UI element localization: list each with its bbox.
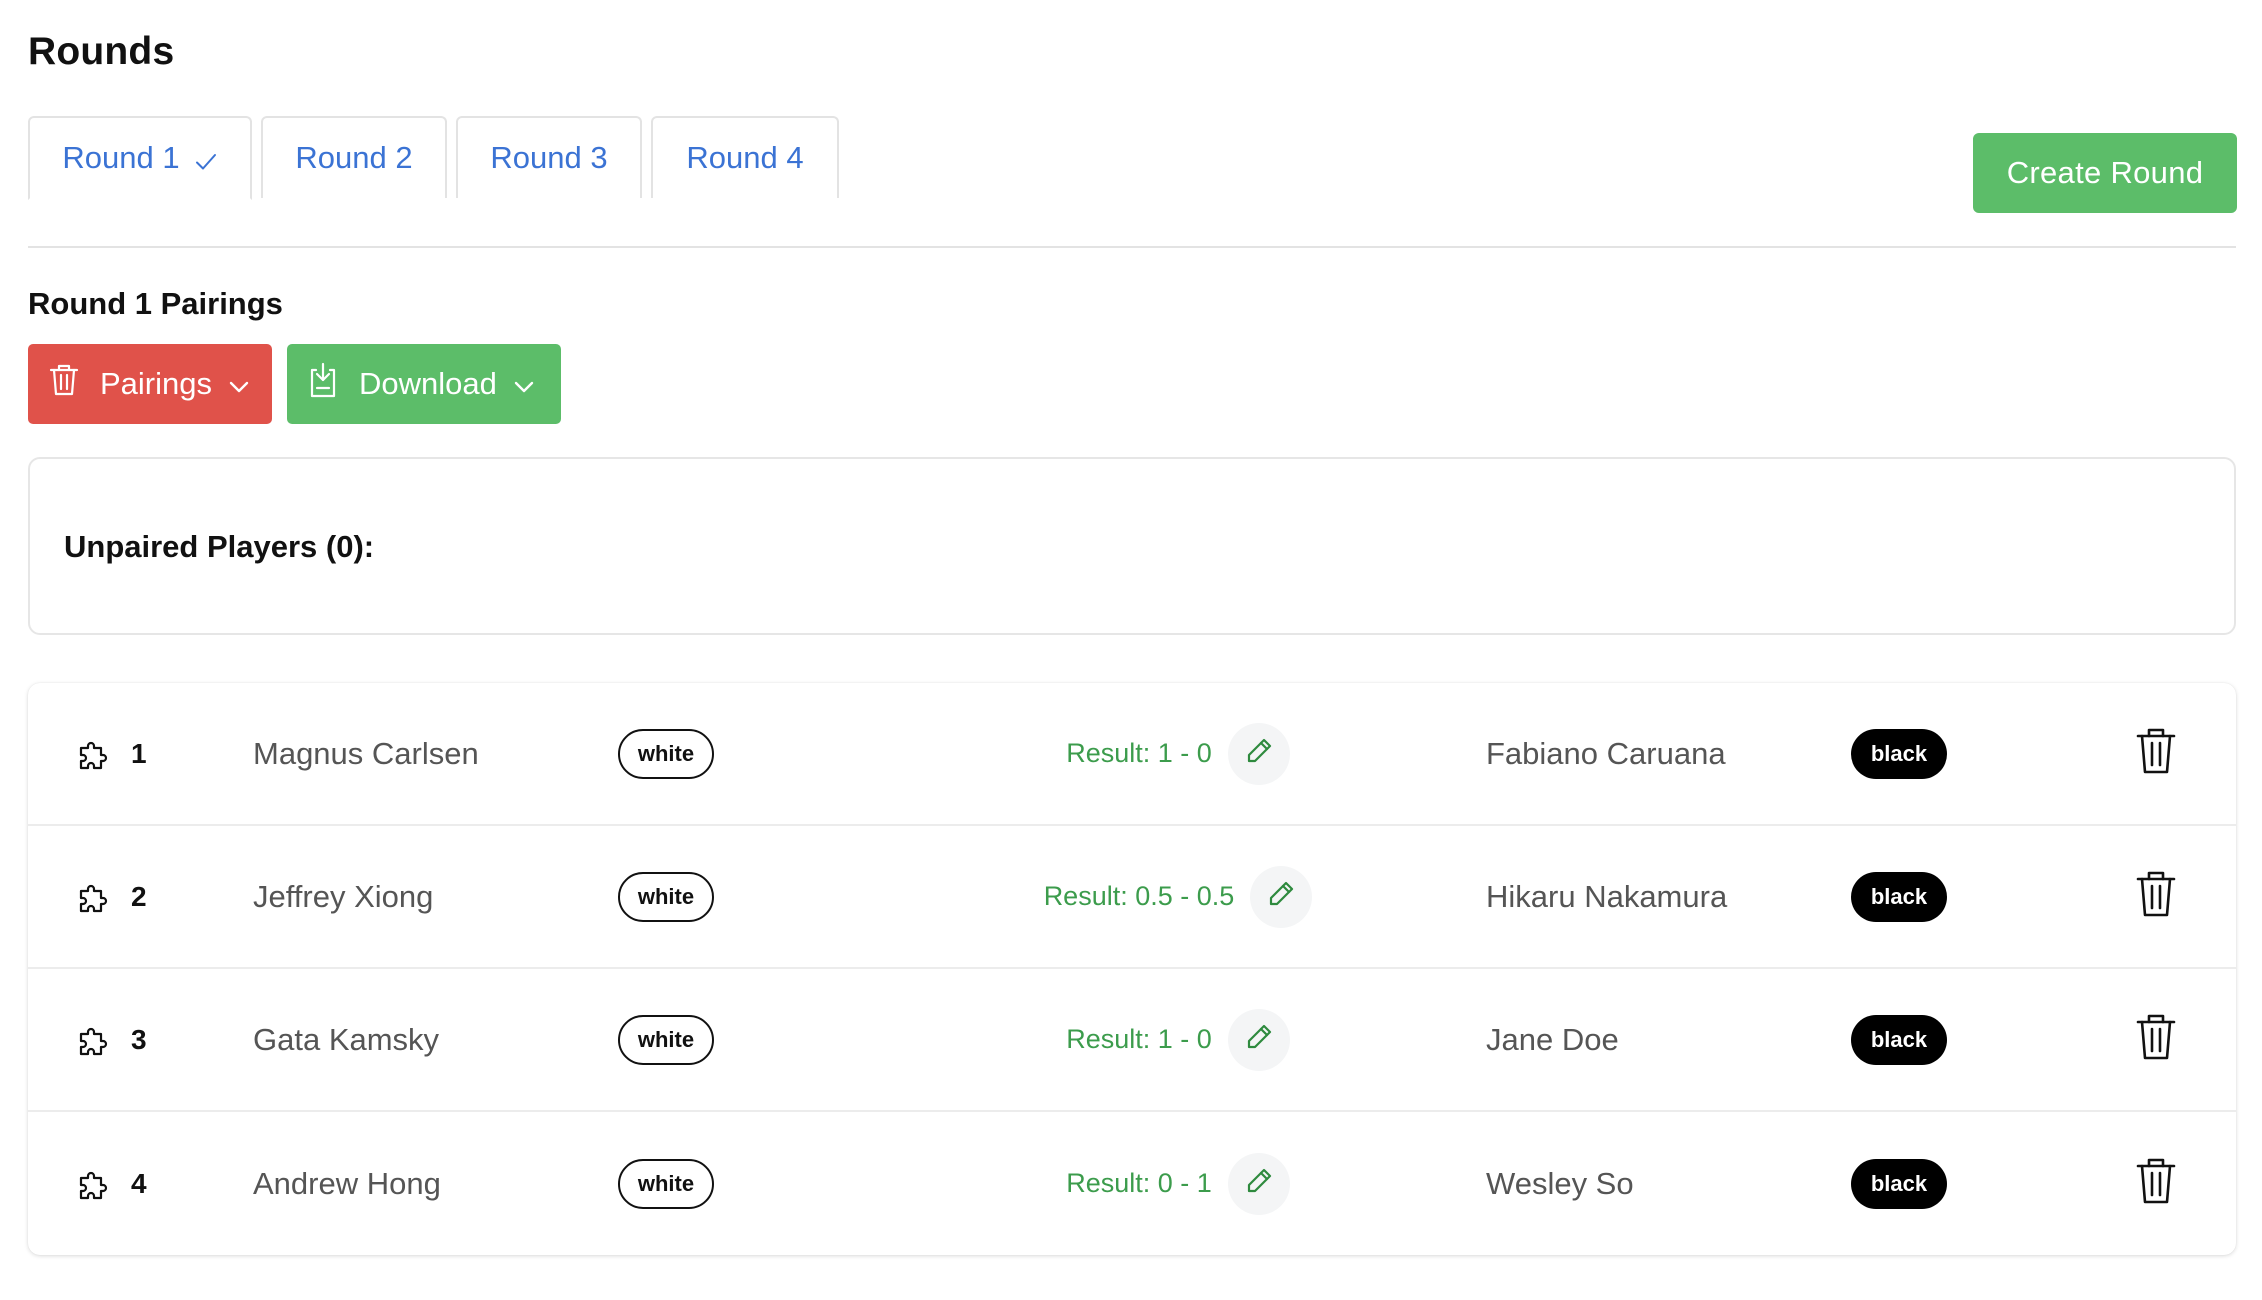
result-cell: Result: 1 - 0 bbox=[928, 683, 1428, 824]
pencil-icon bbox=[1244, 1166, 1274, 1201]
trash-icon bbox=[2135, 726, 2177, 781]
black-player-name: Fabiano Caruana bbox=[1486, 735, 1726, 771]
pairing-row: 3 Gata Kamsky white Result: 1 - 0 Jane D… bbox=[28, 969, 2236, 1112]
download-icon bbox=[307, 362, 339, 406]
result-text: Result: 1 - 0 bbox=[1066, 1024, 1212, 1054]
pairing-row: 4 Andrew Hong white Result: 0 - 1 Wesley… bbox=[28, 1112, 2236, 1255]
black-badge-cell: black bbox=[1851, 969, 1947, 1110]
trash-icon bbox=[2135, 1012, 2177, 1067]
result-text: Result: 0 - 1 bbox=[1066, 1168, 1212, 1198]
white-badge-cell: white bbox=[618, 969, 714, 1110]
edit-result-button[interactable] bbox=[1250, 865, 1313, 928]
pencil-icon bbox=[1244, 736, 1274, 771]
delete-cell bbox=[2132, 1112, 2180, 1255]
pencil-icon bbox=[1244, 1022, 1274, 1057]
delete-cell bbox=[2132, 826, 2180, 967]
board-number: 1 bbox=[131, 737, 147, 769]
page-title: Rounds bbox=[28, 30, 175, 73]
white-player-name: Andrew Hong bbox=[253, 1165, 441, 1201]
black-player-name: Hikaru Nakamura bbox=[1486, 878, 1728, 914]
check-icon bbox=[194, 146, 218, 170]
tab-label: Round 2 bbox=[295, 140, 413, 175]
result-cell: Result: 1 - 0 bbox=[928, 969, 1428, 1110]
white-player-name: Jeffrey Xiong bbox=[253, 878, 434, 914]
tab-label: Round 3 bbox=[490, 140, 608, 175]
black-color-badge: black bbox=[1851, 871, 1947, 922]
trash-icon bbox=[2135, 1156, 2177, 1211]
black-color-badge: black bbox=[1851, 1014, 1947, 1065]
board-number: 2 bbox=[131, 880, 147, 912]
delete-pairing-button[interactable] bbox=[2132, 869, 2180, 925]
result-text: Result: 0.5 - 0.5 bbox=[1043, 881, 1235, 911]
trash-icon bbox=[2135, 869, 2177, 924]
white-color-badge: white bbox=[618, 728, 714, 779]
tab-round-1[interactable]: Round 1 bbox=[28, 116, 252, 200]
result-text: Result: 1 - 0 bbox=[1066, 738, 1212, 768]
board-number: 4 bbox=[131, 1167, 147, 1199]
chevron-down-icon bbox=[513, 366, 535, 402]
download-dropdown-button[interactable]: Download bbox=[287, 344, 561, 424]
result-cell: Result: 0.5 - 0.5 bbox=[928, 826, 1428, 967]
black-badge-cell: black bbox=[1851, 683, 1947, 824]
unpaired-players-card: Unpaired Players (0): bbox=[28, 457, 2236, 635]
black-player-name: Jane Doe bbox=[1486, 1021, 1619, 1057]
white-player-name: Gata Kamsky bbox=[253, 1021, 440, 1057]
unpaired-players-label: Unpaired Players (0): bbox=[64, 529, 375, 564]
result-cell: Result: 0 - 1 bbox=[928, 1112, 1428, 1255]
pairings-dropdown-button[interactable]: Pairings bbox=[28, 344, 272, 424]
tab-round-2[interactable]: Round 2 bbox=[261, 116, 447, 198]
download-button-label: Download bbox=[359, 366, 497, 401]
edit-result-button[interactable] bbox=[1227, 722, 1290, 785]
trash-icon bbox=[48, 363, 80, 405]
delete-cell bbox=[2132, 969, 2180, 1110]
delete-cell bbox=[2132, 683, 2180, 824]
delete-pairing-button[interactable] bbox=[2132, 1012, 2180, 1068]
puzzle-icon bbox=[76, 969, 112, 1110]
tab-label: Round 4 bbox=[686, 140, 804, 175]
tab-round-4[interactable]: Round 4 bbox=[651, 116, 839, 198]
puzzle-icon bbox=[76, 826, 112, 967]
round-tabs: Round 1 Round 2 Round 3 Round 4 bbox=[28, 116, 839, 200]
pairing-row: 1 Magnus Carlsen white Result: 1 - 0 Fab… bbox=[28, 683, 2236, 826]
white-player-name: Magnus Carlsen bbox=[253, 735, 479, 771]
white-color-badge: white bbox=[618, 1158, 714, 1209]
black-color-badge: black bbox=[1851, 1158, 1947, 1209]
delete-pairing-button[interactable] bbox=[2132, 1156, 2180, 1212]
edit-result-button[interactable] bbox=[1227, 1152, 1290, 1215]
pairings-button-label: Pairings bbox=[100, 366, 212, 401]
white-badge-cell: white bbox=[618, 683, 714, 824]
edit-result-button[interactable] bbox=[1227, 1008, 1290, 1071]
pairings-list: 1 Magnus Carlsen white Result: 1 - 0 Fab… bbox=[28, 683, 2236, 1255]
black-badge-cell: black bbox=[1851, 1112, 1947, 1255]
tab-round-3[interactable]: Round 3 bbox=[456, 116, 642, 198]
black-badge-cell: black bbox=[1851, 826, 1947, 967]
board-number: 3 bbox=[131, 1023, 147, 1055]
tabs-divider bbox=[28, 246, 2236, 248]
black-color-badge: black bbox=[1851, 728, 1947, 779]
pairing-row: 2 Jeffrey Xiong white Result: 0.5 - 0.5 … bbox=[28, 826, 2236, 969]
puzzle-icon bbox=[76, 683, 112, 824]
white-color-badge: white bbox=[618, 871, 714, 922]
create-round-button[interactable]: Create Round bbox=[1973, 133, 2237, 213]
white-badge-cell: white bbox=[618, 826, 714, 967]
pencil-icon bbox=[1266, 879, 1296, 914]
white-badge-cell: white bbox=[618, 1112, 714, 1255]
tab-label: Round 1 bbox=[62, 140, 180, 175]
black-player-name: Wesley So bbox=[1486, 1165, 1634, 1201]
chevron-down-icon bbox=[228, 366, 250, 402]
white-color-badge: white bbox=[618, 1014, 714, 1065]
delete-pairing-button[interactable] bbox=[2132, 726, 2180, 782]
puzzle-icon bbox=[76, 1112, 112, 1255]
section-title: Round 1 Pairings bbox=[28, 286, 283, 321]
